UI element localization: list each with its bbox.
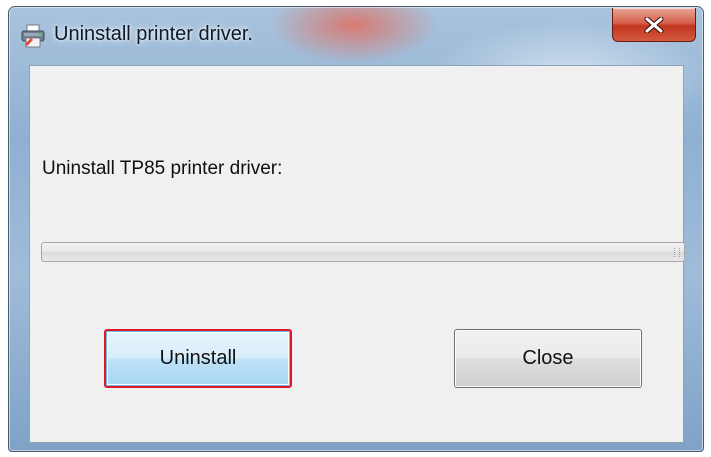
printer-icon (21, 24, 45, 48)
title-bar[interactable]: Uninstall printer driver. (9, 7, 703, 65)
window-close-button[interactable] (612, 8, 696, 42)
dialog-client-area: Uninstall TP85 printer driver: Uninstall… (29, 65, 685, 443)
close-button[interactable]: Close (454, 329, 642, 388)
dialog-window: Uninstall printer driver. Uninstall TP85… (8, 6, 704, 452)
uninstall-button[interactable]: Uninstall (104, 329, 292, 388)
uninstall-progress-bar (41, 242, 685, 262)
progress-grip (674, 248, 680, 257)
window-title: Uninstall printer driver. (54, 23, 253, 45)
close-icon (644, 16, 664, 33)
uninstall-prompt-label: Uninstall TP85 printer driver: (42, 158, 283, 179)
